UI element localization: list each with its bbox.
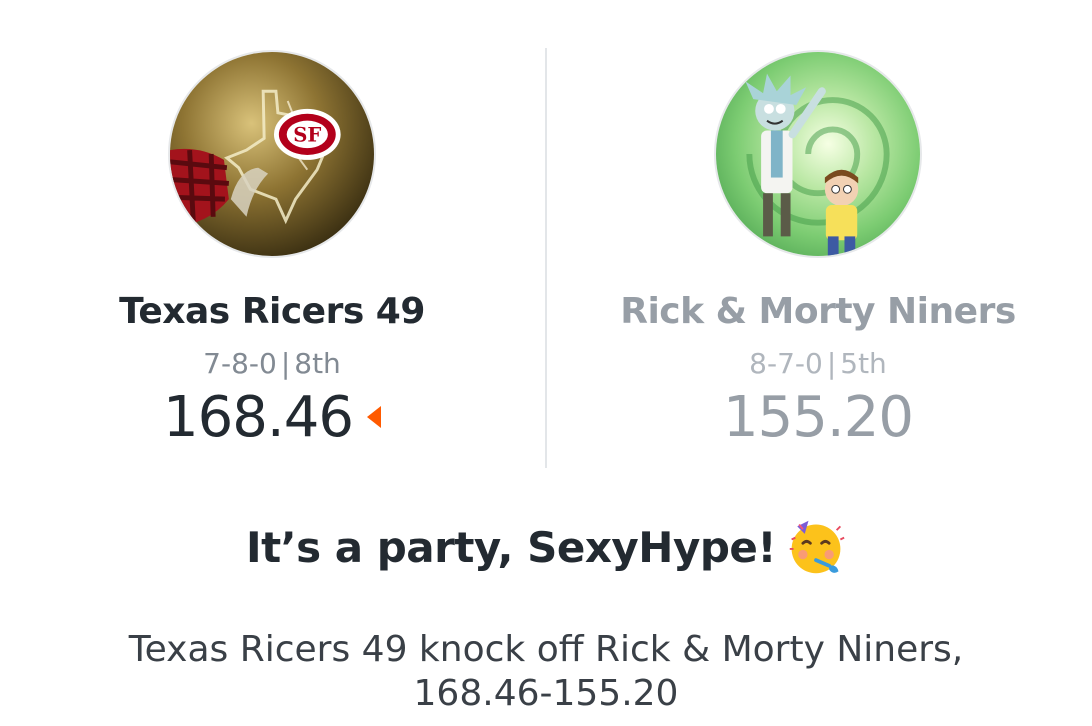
winner-arrow-icon <box>366 405 381 428</box>
team-avatar-home[interactable]: SF <box>168 50 376 258</box>
team-record-home: 7-8-0 | 8th <box>12 346 532 382</box>
rank-value: 8th <box>294 347 341 380</box>
helmet-avatar-icon: SF <box>170 52 374 256</box>
record-value: 7-8-0 <box>203 347 277 380</box>
svg-text:SF: SF <box>293 123 321 146</box>
score-value: 155.20 <box>723 385 914 450</box>
summary-line-1: Texas Ricers 49 knock off Rick & Morty N… <box>128 629 964 670</box>
team-avatar-away[interactable] <box>714 50 922 258</box>
team-record-away: 8-7-0 | 5th <box>558 346 1078 382</box>
summary-line-2: 168.46-155.20 <box>413 673 679 714</box>
team-divider <box>545 48 547 468</box>
matchup-result-card: SF Texas Ricers 49 7-8-0 | 8th 168.46 Ri… <box>0 0 1092 726</box>
headline-text: It’s a party, SexyHype! <box>245 523 777 572</box>
team-score-away: 155.20 <box>558 386 1078 450</box>
result-headline: It’s a party, SexyHype! <box>0 520 1092 581</box>
record-value: 8-7-0 <box>749 347 823 380</box>
team-name-away[interactable]: Rick & Morty Niners <box>558 290 1078 334</box>
team-home[interactable]: SF Texas Ricers 49 7-8-0 | 8th 168.46 <box>12 50 532 450</box>
record-separator: | <box>826 347 837 380</box>
result-summary: Texas Ricers 49 knock off Rick & Morty N… <box>0 628 1092 716</box>
team-name-home[interactable]: Texas Ricers 49 <box>12 290 532 334</box>
score-value: 168.46 <box>163 385 354 450</box>
portal-avatar-icon <box>716 52 920 256</box>
team-away[interactable]: Rick & Morty Niners 8-7-0 | 5th 155.20 <box>558 50 1078 450</box>
team-score-home: 168.46 <box>12 386 532 450</box>
record-separator: | <box>280 347 291 380</box>
rank-value: 5th <box>840 347 887 380</box>
partying-face-icon <box>786 517 846 577</box>
